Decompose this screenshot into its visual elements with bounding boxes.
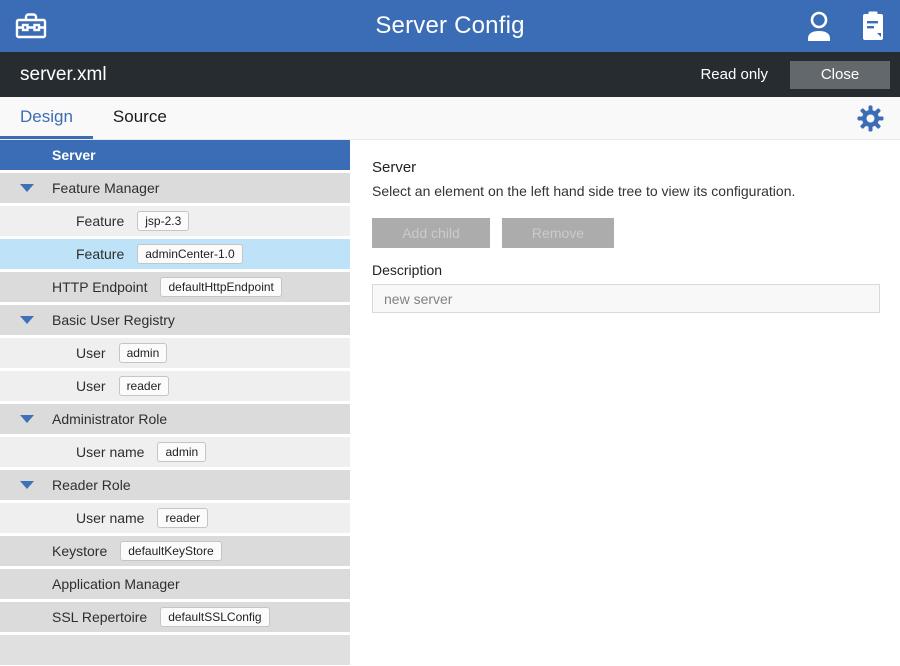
tree-item[interactable]: User name reader	[0, 503, 350, 533]
tree-item-badge: jsp-2.3	[137, 211, 189, 231]
tree-item[interactable]: Keystore defaultKeyStore	[0, 536, 350, 566]
chevron-down-icon[interactable]	[20, 316, 34, 324]
tree-item-badge: reader	[157, 508, 208, 528]
tree-item-label: Application Manager	[52, 576, 180, 592]
close-button[interactable]: Close	[790, 61, 890, 89]
tree-item[interactable]: User name admin	[0, 437, 350, 467]
config-tree: Server Feature Manager Feature jsp-2.3 F…	[0, 140, 350, 665]
description-input[interactable]	[372, 284, 880, 313]
tree-item-label: User	[76, 378, 106, 394]
tree-item[interactable]: Administrator Role	[0, 404, 350, 434]
chevron-down-icon[interactable]	[20, 415, 34, 423]
tree-empty-area	[0, 635, 350, 665]
tree-item[interactable]: Feature Manager	[0, 173, 350, 203]
detail-title: Server	[372, 159, 880, 176]
tree-item-label: Basic User Registry	[52, 312, 175, 328]
tree-item-label: Feature	[76, 246, 124, 262]
tree-item[interactable]: User reader	[0, 371, 350, 401]
tree-item-badge: reader	[119, 376, 170, 396]
tree-item[interactable]: Feature jsp-2.3	[0, 206, 350, 236]
tree-item[interactable]: Basic User Registry	[0, 305, 350, 335]
read-only-label: Read only	[700, 66, 768, 83]
tree-item-label: User name	[76, 444, 144, 460]
tree-item-label: Feature Manager	[52, 180, 159, 196]
tab-design[interactable]: Design	[0, 107, 93, 139]
detail-panel: Server Select an element on the left han…	[350, 140, 900, 665]
tree-item-server-root[interactable]: Server	[0, 140, 350, 170]
chevron-down-icon[interactable]	[20, 481, 34, 489]
tree-item-label: Administrator Role	[52, 411, 167, 427]
tree-item[interactable]: User admin	[0, 338, 350, 368]
tree-item-label: HTTP Endpoint	[52, 279, 147, 295]
add-child-button[interactable]: Add child	[372, 218, 490, 248]
tree-item-label: Reader Role	[52, 477, 131, 493]
chevron-down-icon[interactable]	[20, 184, 34, 192]
tree-item-label: User	[76, 345, 106, 361]
page-title: Server Config	[0, 12, 900, 40]
gear-icon[interactable]	[857, 105, 884, 137]
tree-item[interactable]: HTTP Endpoint defaultHttpEndpoint	[0, 272, 350, 302]
tree-item[interactable]: Feature adminCenter-1.0	[0, 239, 350, 269]
tab-bar: Design Source	[0, 97, 900, 140]
tree-item-badge: defaultKeyStore	[120, 541, 221, 561]
tree-item-badge: adminCenter-1.0	[137, 244, 242, 264]
tree-item-badge: defaultSSLConfig	[160, 607, 269, 627]
tree-item-badge: defaultHttpEndpoint	[160, 277, 281, 297]
file-bar: server.xml Read only Close	[0, 52, 900, 97]
tab-source[interactable]: Source	[93, 107, 187, 139]
tree-item-label: User name	[76, 510, 144, 526]
tree-item[interactable]: Application Manager	[0, 569, 350, 599]
tree-item-badge: admin	[119, 343, 168, 363]
tree-item-label: Server	[52, 147, 96, 163]
detail-hint: Select an element on the left hand side …	[372, 183, 880, 199]
app-header: Server Config	[0, 0, 900, 52]
tree-item-label: Feature	[76, 213, 124, 229]
remove-button[interactable]: Remove	[502, 218, 614, 248]
user-icon[interactable]	[804, 10, 834, 42]
tree-item-label: SSL Repertoire	[52, 609, 147, 625]
description-label: Description	[372, 262, 880, 278]
tree-item-label: Keystore	[52, 543, 107, 559]
filename: server.xml	[20, 64, 107, 86]
clipboard-icon[interactable]	[860, 10, 886, 42]
tree-item[interactable]: SSL Repertoire defaultSSLConfig	[0, 602, 350, 632]
tree-item-badge: admin	[157, 442, 206, 462]
tree-item[interactable]: Reader Role	[0, 470, 350, 500]
